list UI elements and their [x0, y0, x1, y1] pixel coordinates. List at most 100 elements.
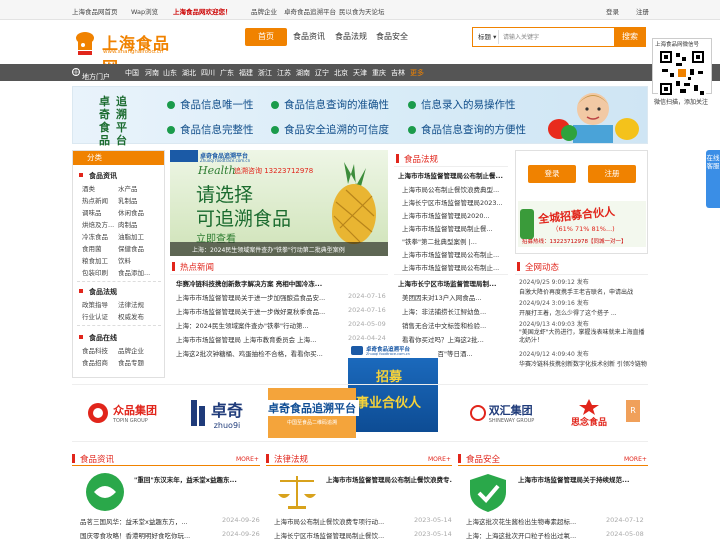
category-item[interactable]: 保健食品 — [118, 243, 144, 253]
category-item[interactable]: 权威发布 — [118, 311, 144, 321]
hot-item[interactable]: 上海这2批次钟糖桶、鸡蛋抽检不合格，看看你买... — [176, 348, 340, 358]
category-item[interactable]: 烘焙及方... — [82, 219, 114, 229]
register-button[interactable]: 注册 — [588, 165, 636, 183]
category-item[interactable]: 行业认证 — [82, 311, 108, 321]
dynamic-item[interactable]: "美国龙虾"大热进行，掌握浅表味就来上海直播北奶汁！ — [519, 329, 647, 345]
zhuoqi-logo[interactable]: 卓奇 zhuo9i — [172, 388, 260, 438]
law-item[interactable]: "铁拳"第二批典型案例 |... — [402, 236, 506, 246]
search-button[interactable]: 搜索 — [614, 27, 646, 47]
online-service-tab[interactable]: 在线客服 — [706, 150, 720, 208]
law-item[interactable]: 上海：非法捕捞长江鲟幼鱼... — [402, 306, 506, 316]
law-item[interactable]: 上海市市场监督管理局公布制止... — [402, 249, 506, 259]
hot-item[interactable]: 上海市市场监督管理局 上海市教育委员会 上海... — [176, 334, 340, 344]
hot-item[interactable]: 上海：2024民生领域案件查办"铁拳"行动第... — [176, 320, 340, 330]
category-item[interactable]: 乳制品 — [118, 195, 138, 205]
hot-item[interactable]: 上海市市场监督管理局关于进一步做好夏秋季食品... — [176, 306, 340, 316]
home-link[interactable]: 上海食品网首页 — [72, 6, 118, 16]
region-item[interactable]: 中国 — [125, 68, 139, 78]
nav-home[interactable]: 首页 — [245, 28, 287, 46]
law-item[interactable]: 上海长宁区市场监督管理局2023... — [402, 197, 506, 207]
category-item[interactable]: 食品添加... — [118, 267, 150, 277]
region-item[interactable]: 湖南 — [296, 68, 310, 78]
safety-item[interactable]: 上海：上海这批次开口粒子检出过氧... — [466, 530, 600, 540]
category-item[interactable]: 调味品 — [82, 207, 102, 217]
category-item[interactable]: 食用菌 — [82, 243, 102, 253]
search-type-select[interactable]: 标题 ▾ — [475, 30, 499, 44]
wap-link[interactable]: Wap浏览 — [131, 6, 158, 16]
category-item[interactable]: 肉制品 — [118, 219, 138, 229]
law-item[interactable]: 上海市局公布制止餐饮浪费典型... — [402, 184, 506, 194]
category-item[interactable]: 水产品 — [118, 183, 138, 193]
law-section-item[interactable]: 上海长宁区市场监督管理局制止餐饮... — [274, 530, 408, 540]
region-item[interactable]: 吉林 — [391, 68, 405, 78]
safety-more-link[interactable]: MORE+ — [624, 456, 647, 463]
region-item[interactable]: 辽宁 — [315, 68, 329, 78]
safety-headline[interactable]: 上海市市场监督管理局关于持续规范... — [518, 474, 648, 484]
region-item[interactable]: 广东 — [220, 68, 234, 78]
category-item[interactable]: 冷冻食品 — [82, 231, 108, 241]
category-item[interactable]: 热点新闻 — [82, 195, 108, 205]
law-headline[interactable]: 上海市市场监督管理局公布制止餐... — [398, 170, 508, 180]
image-slider[interactable]: 卓奇食品追溯平台 Zhuoqi foodtrace.com.cn Health … — [170, 150, 388, 256]
category-item[interactable]: 饮料 — [118, 255, 131, 265]
region-item[interactable]: 北京 — [334, 68, 348, 78]
trace-link[interactable]: 卓奇食品追溯平台 — [284, 6, 336, 16]
category-title[interactable]: 食品在线 — [79, 333, 117, 343]
siniang-logo[interactable]: 思念食品 — [556, 388, 622, 438]
region-item[interactable]: 重庆 — [372, 68, 386, 78]
login-link[interactable]: 登录 — [606, 6, 619, 16]
region-item[interactable]: 天津 — [353, 68, 367, 78]
law-item[interactable]: 上海市市场监督管理局公布制止... — [402, 262, 506, 272]
trace-banner[interactable]: 卓奇食品 追溯平台 食品信息唯一性 食品信息查询的准确性 信息录入的易操作性 食… — [72, 86, 648, 147]
region-item[interactable]: 山东 — [163, 68, 177, 78]
law-item[interactable]: 美团因未对13户入网食品... — [402, 292, 506, 302]
category-item[interactable]: 粮食加工 — [82, 255, 108, 265]
news-more-link[interactable]: MORE+ — [236, 456, 259, 463]
category-item[interactable]: 休闲食品 — [118, 207, 144, 217]
category-item[interactable]: 政策指导 — [82, 299, 108, 309]
law-item[interactable]: 看看你买过吗？上海这2批... — [402, 334, 506, 344]
shuanghui-logo[interactable]: 双汇集团 SHINEWAY GROUP — [456, 388, 548, 438]
nav-news[interactable]: 食品资讯 — [292, 28, 326, 46]
category-item[interactable]: 食品科技 — [82, 345, 108, 355]
law-item[interactable]: 上海市市场监督管理局2020... — [402, 210, 506, 220]
safety-item[interactable]: 上海这批次花生酱检出生物毒素超标... — [466, 516, 600, 526]
news-item[interactable]: 品茗三国风华：益禾堂x益趣东方，... — [80, 516, 200, 526]
category-item[interactable]: 油脂加工 — [118, 231, 144, 241]
dynamic-item[interactable]: 自激大降价再度携手王老吉联名，申请出战 — [519, 287, 647, 296]
news-item[interactable]: 国庆零食攻略！香港明明好食吃你玩... — [80, 530, 200, 540]
category-item[interactable]: 食品招商 — [82, 357, 108, 367]
category-title[interactable]: 食品法规 — [79, 287, 117, 297]
nav-safety[interactable]: 食品安全 — [375, 28, 409, 46]
region-item[interactable]: 湖北 — [182, 68, 196, 78]
hot-headline[interactable]: 华赛冷链科技携创新数字解决方案 亮相中国冷冻... — [176, 278, 384, 288]
forum-link[interactable]: 民以食为天论坛 — [339, 6, 385, 16]
search-input[interactable]: 请输入关键字 — [503, 31, 539, 44]
slider-caption[interactable]: 上海：2024民生领域案件查办"铁拳"行动第二批典型案例 — [192, 245, 345, 254]
brand-link[interactable]: 品牌企业 — [251, 6, 277, 16]
region-item[interactable]: 福建 — [239, 68, 253, 78]
dynamic-item[interactable]: 华赛冷链科技携创新数字化技术创新 引领冷链物流迈 — [519, 359, 647, 368]
partner-ad[interactable]: 全城招募合伙人 （61% 71% 81%...) 招募热线：1322371297… — [518, 201, 646, 247]
category-title[interactable]: 食品资讯 — [79, 171, 117, 181]
category-item[interactable]: 酒类 — [82, 183, 95, 193]
region-item[interactable]: 四川 — [201, 68, 215, 78]
law-item[interactable]: 销售无合法中文标签和检验... — [402, 320, 506, 330]
trace-platform-logo-ad[interactable]: 卓奇食品追溯平台 中国至食品二维码追溯 — [265, 388, 359, 438]
region-item[interactable]: 浙江 — [258, 68, 272, 78]
category-item[interactable]: 品牌企业 — [118, 345, 144, 355]
login-button[interactable]: 登录 — [528, 165, 576, 183]
law-section-item[interactable]: 上海市局公布制止餐饮浪费专项行动... — [274, 516, 408, 526]
law-section-headline[interactable]: 上海市市场监督管理局公布制止餐饮浪费专... — [326, 474, 452, 484]
hot-item[interactable]: 上海市市场监督管理局关于进一步加强酿造食品安... — [176, 292, 340, 302]
law-headline[interactable]: 上海市长宁区市场监督管理局制... — [398, 278, 508, 288]
news-headline[interactable]: "重回"东汉末年，益禾堂x益趣东... — [134, 474, 260, 484]
region-item[interactable]: 江苏 — [277, 68, 291, 78]
law-more-link[interactable]: MORE+ — [428, 456, 451, 463]
zhongpin-logo[interactable]: 众品集团 TOPIN GROUP — [76, 388, 168, 438]
register-link[interactable]: 注册 — [636, 6, 649, 16]
logos-next-arrow[interactable]: R — [626, 400, 640, 422]
dynamic-item[interactable]: 开展打王着，怎么少得了这个搭子 ... — [519, 308, 647, 317]
region-item[interactable]: 河南 — [145, 68, 159, 78]
region-more[interactable]: 更多 — [410, 68, 424, 78]
